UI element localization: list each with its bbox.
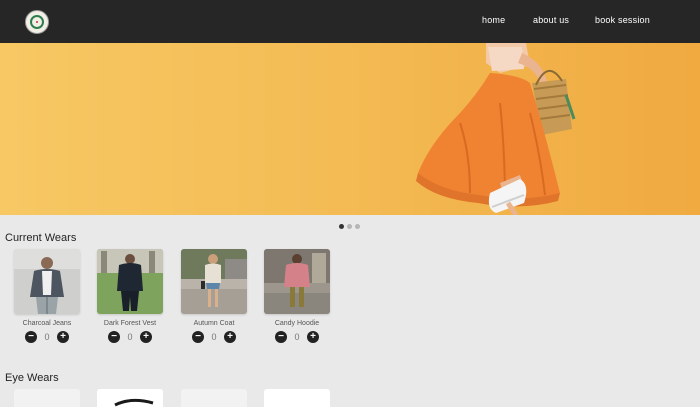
quantity-stepper: − 0 + xyxy=(14,331,80,343)
product-photo-candy-hoodie xyxy=(264,249,330,314)
nav-link-about-us[interactable]: about us xyxy=(533,15,569,25)
plus-circle-icon[interactable]: + xyxy=(307,331,319,343)
section-title-current-wears: Current Wears xyxy=(5,232,77,244)
eyewear-card[interactable] xyxy=(14,389,80,407)
carousel-indicators xyxy=(339,224,360,229)
carousel-dot-3[interactable] xyxy=(355,224,360,229)
quantity-stepper: − 0 + xyxy=(264,331,330,343)
nav-link-home[interactable]: home xyxy=(482,15,505,25)
plus-circle-icon[interactable]: + xyxy=(140,331,152,343)
product-card: Candy Hoodie − 0 + xyxy=(264,249,330,343)
product-image[interactable] xyxy=(181,249,247,314)
minus-circle-icon[interactable]: − xyxy=(275,331,287,343)
product-photo-dark-forest-vest xyxy=(97,249,163,314)
eyewear-photo xyxy=(114,398,154,407)
hero-banner xyxy=(0,43,700,215)
quantity-value: 0 xyxy=(127,332,133,342)
quantity-stepper: − 0 + xyxy=(181,331,247,343)
minus-circle-icon[interactable]: − xyxy=(192,331,204,343)
quantity-value: 0 xyxy=(211,332,217,342)
product-card: Autumn Coat − 0 + xyxy=(181,249,247,343)
logo-ring xyxy=(30,15,44,29)
product-image[interactable] xyxy=(97,249,163,314)
quantity-value: 0 xyxy=(44,332,50,342)
product-card: Charcoal Jeans − 0 + xyxy=(14,249,80,343)
eyewear-card[interactable] xyxy=(97,389,163,407)
logo-dot xyxy=(36,21,38,23)
carousel-dot-1[interactable] xyxy=(339,224,344,229)
hero-model-illustration xyxy=(416,43,576,215)
quantity-value: 0 xyxy=(294,332,300,342)
nav-link-book-session[interactable]: book session xyxy=(595,15,650,25)
product-image[interactable] xyxy=(14,249,80,314)
product-photo-autumn-coat xyxy=(181,249,247,314)
plus-circle-icon[interactable]: + xyxy=(224,331,236,343)
product-name: Autumn Coat xyxy=(193,320,235,327)
quantity-stepper: − 0 + xyxy=(97,331,163,343)
eyewear-card[interactable] xyxy=(264,389,330,407)
minus-circle-icon[interactable]: − xyxy=(25,331,37,343)
eyewear-card[interactable] xyxy=(181,389,247,407)
product-name: Charcoal Jeans xyxy=(22,320,72,327)
top-navbar: home about us book session xyxy=(0,0,700,43)
section-title-eye-wears: Eye Wears xyxy=(5,372,59,384)
product-card: Dark Forest Vest − 0 + xyxy=(97,249,163,343)
product-name: Dark Forest Vest xyxy=(103,320,157,327)
product-name: Candy Hoodie xyxy=(274,320,320,327)
product-image[interactable] xyxy=(264,249,330,314)
product-photo-charcoal-jeans xyxy=(14,249,80,314)
brand-logo-icon[interactable] xyxy=(25,10,49,34)
minus-circle-icon[interactable]: − xyxy=(108,331,120,343)
carousel-dot-2[interactable] xyxy=(347,224,352,229)
plus-circle-icon[interactable]: + xyxy=(57,331,69,343)
